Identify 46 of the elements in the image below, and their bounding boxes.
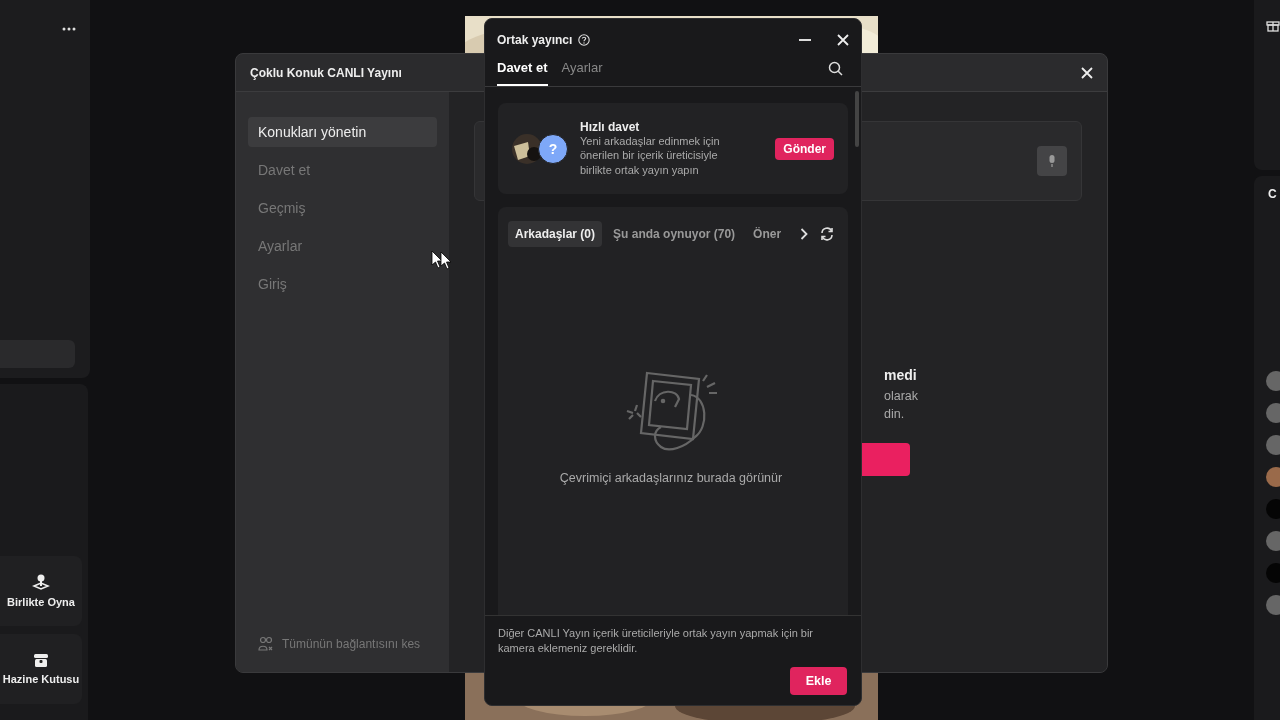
scrollbar[interactable] xyxy=(855,91,859,147)
description-text: din. xyxy=(884,407,905,421)
send-button[interactable]: Gönder xyxy=(775,137,834,160)
avatar-icon[interactable] xyxy=(1266,371,1280,391)
sidebar-item[interactable]: Konukları yönetin xyxy=(248,117,437,147)
avatar: ? xyxy=(538,133,568,164)
help-icon[interactable] xyxy=(578,34,591,46)
avatar-icon[interactable] xyxy=(1266,595,1280,615)
empty-state-text: Çevrimiçi arkadaşlarınız burada görünür xyxy=(559,471,783,485)
footer-text: Diğer CANLI Yayın içerik üreticileriyle ortak yayın yapmak için bir kamera eklemeniz gereklidir. xyxy=(498,626,815,656)
cursor-icon xyxy=(431,250,453,270)
disconnect-all-link[interactable]: Tümünün bağlantısını kes xyxy=(282,637,421,651)
chevron-right-icon[interactable] xyxy=(800,228,808,240)
tab[interactable]: Davet et xyxy=(497,60,548,86)
sidebar-item[interactable]: Davet et xyxy=(248,155,437,185)
avatar-icon[interactable] xyxy=(1266,531,1280,551)
feature-button[interactable]: Birlikte Oyna xyxy=(0,556,82,626)
sidebar-item[interactable]: Ayarlar xyxy=(248,231,437,261)
microphone-icon xyxy=(1047,154,1057,168)
more-icon[interactable] xyxy=(62,27,76,31)
chest-icon xyxy=(33,651,49,668)
disconnect-users-icon[interactable] xyxy=(258,636,274,652)
search-icon[interactable] xyxy=(828,61,843,76)
filter-chip[interactable]: Şu anda oynuyor (70) xyxy=(606,221,743,247)
window-title: Çoklu Konuk CANLI Yayını xyxy=(250,65,402,80)
close-icon[interactable] xyxy=(837,34,849,46)
feature-button[interactable]: Hazine Kutusu xyxy=(0,634,82,704)
sidebar-item[interactable]: Giriş xyxy=(248,269,437,299)
add-button[interactable]: Ekle xyxy=(790,667,847,695)
avatar-icon[interactable] xyxy=(1266,435,1280,455)
tab[interactable]: Ayarlar xyxy=(561,60,603,86)
filter-chip[interactable]: Arkadaşlar (0) xyxy=(508,221,603,247)
card-description: Yeni arkadaşlar edinmek için önerilen bir içerik üreticisiyle birlikte ortak yayın yapın xyxy=(580,133,721,178)
gift-icon[interactable] xyxy=(1266,18,1280,32)
avatar-icon[interactable] xyxy=(1266,467,1280,487)
joystick-icon xyxy=(32,572,50,591)
avatar-icon[interactable] xyxy=(1266,403,1280,423)
panel-heading: C xyxy=(1268,187,1277,201)
filter-chip[interactable]: Öner xyxy=(746,221,788,247)
description-text: olarak xyxy=(884,389,919,403)
dialog-title: Ortak yayıncı xyxy=(497,33,573,47)
refresh-icon[interactable] xyxy=(820,227,834,241)
sidebar-item[interactable]: Geçmiş xyxy=(248,193,437,223)
close-icon[interactable] xyxy=(1081,66,1093,79)
heading: medi xyxy=(884,367,917,383)
card-title: Hızlı davet xyxy=(580,119,641,134)
